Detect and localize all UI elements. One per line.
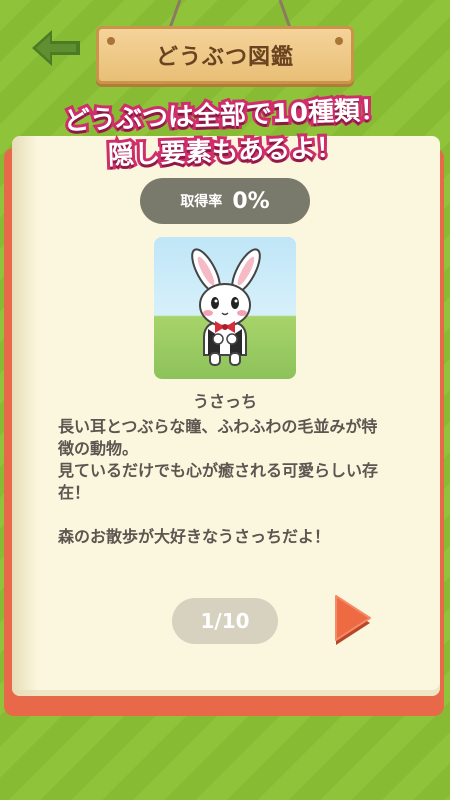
- page-counter: 1/10: [200, 609, 250, 633]
- arrow-left-icon: [32, 30, 80, 66]
- animal-description: 長い耳とつぶらな瞳、ふわふわの毛並みが特徴の動物。 見ているだけでも心が癒される…: [58, 417, 379, 546]
- next-page-button[interactable]: [330, 592, 374, 648]
- rate-value: 0%: [232, 188, 270, 214]
- triangle-right-icon: [335, 595, 371, 645]
- collection-rate-badge: 取得率 0%: [140, 178, 310, 224]
- animal-portrait: [154, 237, 296, 379]
- animal-name: うさっち: [192, 392, 257, 411]
- nail-icon: [107, 37, 115, 45]
- book-spine-shadow: [12, 136, 38, 696]
- rabbit-character-icon: [191, 248, 261, 366]
- nail-icon: [335, 37, 343, 45]
- picture-book-screen: どうぶつ図鑑 どうぶつは全部で10種類！ 隠し要素もあるよ！ 取得率 0% うさ…: [0, 0, 450, 800]
- title-sign: どうぶつ図鑑: [96, 26, 354, 84]
- promo-banner: どうぶつは全部で10種類！ 隠し要素もあるよ！: [0, 92, 450, 174]
- page-indicator: 1/10: [172, 598, 278, 644]
- rate-label: 取得率: [180, 194, 223, 210]
- back-button[interactable]: [30, 28, 82, 68]
- page-title: どうぶつ図鑑: [155, 45, 294, 70]
